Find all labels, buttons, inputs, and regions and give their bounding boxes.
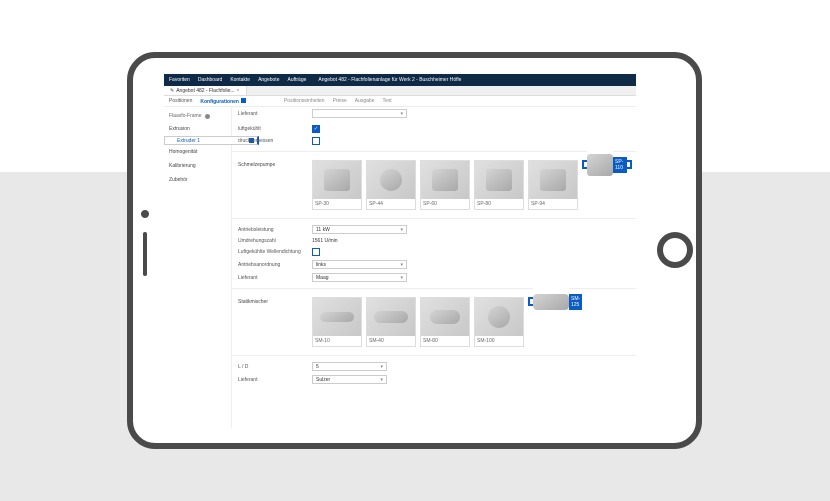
nav-kontakte[interactable]: Kontakte [230,77,250,83]
window-tabs: ✎ Angebot 482 - Flachfolie... × [164,86,636,96]
mixer-card-sm-80[interactable]: SM-80 [420,297,470,347]
mixer-grid: SM-10 SM-40 SM-80 SM-100 SM-125 [312,295,578,349]
content-area: Lieferant ▾ luftgekühlt ✓ druckgemessen … [232,107,636,428]
subtab-ausgabe[interactable]: Ausgabe [355,98,375,104]
tablet-home-button[interactable] [657,232,693,268]
select-antriebsleistung[interactable]: 11 kW▾ [312,225,407,234]
pump-card-sp-80[interactable]: SP-80 [474,160,524,210]
subtab-positionseinheiten[interactable]: Positionseinheiten [284,98,325,104]
label-luftgekuehlt: luftgekühlt [232,126,312,132]
nav-angebote[interactable]: Angebote [258,77,279,83]
label-antriebsanordnung: Antriebsanordnung [232,262,312,268]
sub-header: Positionen Konfigurationen Positionseinh… [164,96,636,107]
select-lieferant-2[interactable]: Maag▾ [312,273,407,282]
chevron-down-icon: ▾ [380,364,383,370]
pump-card-sp-110[interactable]: SP-110 [582,160,632,169]
mixer-label: SM-125 [569,294,582,310]
chevron-down-icon: ▾ [400,275,403,281]
label-druckgemessen: druckgemessen [232,138,312,144]
group-schmelzepumpe: Schmelzepumpe [232,158,312,168]
pump-label: SP-110 [613,157,627,173]
pump-label: SP-44 [367,199,415,209]
label-lieferant-2: Lieferant [232,275,312,281]
mixer-card-sm-40[interactable]: SM-40 [366,297,416,347]
mixer-card-sm-125[interactable]: SM-125 [528,297,578,306]
nav-dashboard[interactable]: Dashboard [198,77,222,83]
mixer-card-sm-10[interactable]: SM-10 [312,297,362,347]
label-lieferant-3: Lieferant [232,377,312,383]
subtab-konfigurationen[interactable]: Konfigurationen [200,98,246,105]
mixer-card-sm-100[interactable]: SM-100 [474,297,524,347]
sidebar-header: Flaaxfo-Frame [164,110,231,122]
select-lieferant-1[interactable]: ▾ [312,109,407,118]
subtab-text[interactable]: Text [383,98,392,104]
label-lieferant: Lieferant [232,111,312,117]
chevron-down-icon: ▾ [400,227,403,233]
pump-grid: SP-30 SP-44 SP-60 SP-80 SP-94 SP-110 [312,158,632,212]
checkbox-luftgekuehlt[interactable]: ✓ [312,125,320,133]
chevron-down-icon: ▾ [380,377,383,383]
close-icon[interactable]: × [237,88,240,94]
pump-card-sp-60[interactable]: SP-60 [420,160,470,210]
label-umdrehungszahl: Umdrehungszahl [232,238,312,244]
user-icon [205,114,210,119]
group-statikmischer: Statikmischer [232,295,312,305]
mixer-label: SM-100 [475,336,523,346]
label-ld: L / D [232,364,312,370]
pump-card-sp-30[interactable]: SP-30 [312,160,362,210]
chevron-down-icon: ▾ [400,262,403,268]
checkbox-druckgemessen[interactable] [312,137,320,145]
pump-card-sp-44[interactable]: SP-44 [366,160,416,210]
select-antriebsanordnung[interactable]: links▾ [312,260,407,269]
top-nav: Favoriten Dashboard Kontakte Angebote Au… [164,74,636,86]
pump-card-sp-94[interactable]: SP-94 [528,160,578,210]
tab-angebot-482[interactable]: ✎ Angebot 482 - Flachfolie... × [164,86,247,95]
tab-label: Angebot 482 - Flachfolie... [176,88,234,94]
pump-label: SP-80 [475,199,523,209]
pencil-icon: ✎ [170,88,174,94]
pump-label: SP-30 [313,199,361,209]
checkbox-wellendichtung[interactable] [312,248,320,256]
select-lieferant-3[interactable]: Sulzer▾ [312,375,387,384]
mixer-label: SM-40 [367,336,415,346]
subtab-positionen[interactable]: Positionen [169,98,192,104]
sidebar-item-kalibrierung[interactable]: Kalibrierung [164,159,231,173]
grid-icon [241,98,246,103]
nav-favoriten[interactable]: Favoriten [169,77,190,83]
mixer-label: SM-80 [421,336,469,346]
sidebar-item-extrusion[interactable]: Extrusion [164,122,231,136]
label-antriebsleistung: Antriebsleistung [232,227,312,233]
select-ld[interactable]: 5▾ [312,362,387,371]
pump-label: SP-60 [421,199,469,209]
nav-auftraege[interactable]: Aufträge [287,77,306,83]
subtab-preise[interactable]: Preise [333,98,347,104]
chevron-down-icon: ▾ [400,111,403,117]
value-umdrehungszahl: 1561 U/min [312,238,338,244]
tablet-camera [141,210,149,218]
sidebar-item-homogenitaet[interactable]: Homogenität [164,145,231,159]
tablet-speaker [143,232,147,276]
mixer-label: SM-10 [313,336,361,346]
label-luftgekuehlte-wellendichtung: Luftgekühlte Wellendichtung [232,249,312,255]
sidebar-item-zubehoer[interactable]: Zubehör [164,173,231,187]
pump-label: SP-94 [529,199,577,209]
breadcrumb: Angebot 482 - Flachfolienanlage für Werk… [318,77,461,83]
sidebar: Flaaxfo-Frame Extrusion Extruder 1 Homog… [164,107,232,428]
